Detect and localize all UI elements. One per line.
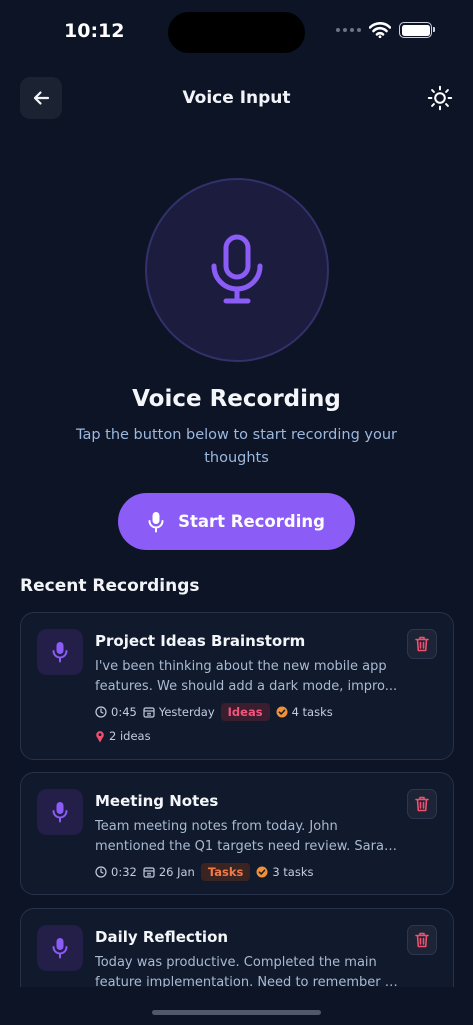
- recording-card[interactable]: Daily Reflection Today was productive. C…: [20, 908, 454, 987]
- idea-count: 2 ideas: [95, 729, 151, 743]
- recording-meta: 0:32 26 Jan Tasks 3 tasks: [95, 863, 314, 881]
- recordings-list[interactable]: Project Ideas Brainstorm I've been think…: [20, 612, 454, 987]
- recording-preview-line-1: Today was productive. Completed the main: [95, 955, 377, 970]
- microphone-icon: [52, 802, 68, 823]
- delete-button[interactable]: [407, 789, 437, 819]
- recording-card[interactable]: Meeting Notes Team meeting notes from to…: [20, 772, 454, 895]
- trash-icon: [415, 932, 429, 948]
- recording-meta: 0:45 Yesterday Ideas 4 tasks: [95, 703, 333, 721]
- hero-subtitle-line-1: Tap the button below to start recording …: [76, 427, 397, 443]
- idea-count-value: 2 ideas: [109, 729, 151, 743]
- check-circle-icon: [276, 706, 288, 718]
- microphone-icon: [211, 234, 263, 304]
- delete-button[interactable]: [407, 925, 437, 955]
- microphone-icon: [52, 938, 68, 959]
- wifi-icon: [369, 22, 391, 38]
- task-count-value: 3 tasks: [272, 865, 314, 879]
- pin-icon: [96, 730, 104, 742]
- recording-preview: Today was productive. Completed the main…: [95, 953, 401, 987]
- recording-preview-line-2: feature implementation. Need to remember…: [95, 975, 401, 987]
- trash-icon: [415, 636, 429, 652]
- recording-card[interactable]: Project Ideas Brainstorm I've been think…: [20, 612, 454, 760]
- duration-value: 0:32: [111, 865, 137, 879]
- delete-button[interactable]: [407, 629, 437, 659]
- home-indicator[interactable]: [152, 1010, 321, 1015]
- task-count: 3 tasks: [256, 865, 314, 879]
- recording-title: Daily Reflection: [95, 928, 229, 946]
- voice-input-screen: 10:12 Voice Input Voice Recording Tap th…: [0, 0, 473, 1025]
- dynamic-island: [168, 12, 305, 53]
- battery-icon: [399, 22, 435, 38]
- page-title: Voice Input: [182, 88, 291, 108]
- date-value: Yesterday: [158, 705, 215, 719]
- task-count-value: 4 tasks: [291, 705, 333, 719]
- duration: 0:32: [95, 865, 137, 879]
- recording-title: Project Ideas Brainstorm: [95, 632, 306, 650]
- category-tag: Tasks: [200, 863, 251, 881]
- hero-title: Voice Recording: [132, 386, 341, 412]
- duration-value: 0:45: [111, 705, 137, 719]
- start-recording-button[interactable]: Start Recording: [118, 493, 355, 550]
- signal-icon: [336, 28, 361, 32]
- record-mic-button[interactable]: [145, 178, 329, 362]
- recording-preview-line-1: Team meeting notes from today. John: [95, 819, 338, 834]
- recording-preview-line-2: features. We should add a dark mode, imp…: [95, 679, 398, 694]
- trash-icon: [415, 796, 429, 812]
- duration: 0:45: [95, 705, 137, 719]
- calendar-icon: [143, 707, 155, 718]
- recording-preview-line-1: I've been thinking about the new mobile …: [95, 659, 387, 674]
- microphone-icon: [148, 511, 164, 532]
- status-time: 10:12: [64, 20, 125, 42]
- recording-icon: [37, 789, 83, 835]
- start-recording-label: Start Recording: [178, 512, 325, 531]
- task-count: 4 tasks: [276, 705, 333, 719]
- date-value: 26 Jan: [158, 865, 195, 879]
- clock-icon: [95, 866, 107, 878]
- microphone-icon: [52, 642, 68, 663]
- hero-subtitle-line-2: thoughts: [204, 450, 269, 466]
- recording-preview: Team meeting notes from today. John ment…: [95, 817, 401, 857]
- recording-preview: I've been thinking about the new mobile …: [95, 657, 401, 697]
- status-icons: [336, 22, 435, 38]
- recording-icon: [37, 629, 83, 675]
- recording-icon: [37, 925, 83, 971]
- recording-preview-line-2: mentioned the Q1 targets need review. Sa…: [95, 839, 401, 854]
- hero-subtitle: Tap the button below to start recording …: [60, 424, 413, 470]
- category-tag: Ideas: [220, 703, 270, 721]
- theme-toggle-button[interactable]: [424, 82, 456, 114]
- recent-recordings-title: Recent Recordings: [20, 576, 200, 596]
- check-circle-icon: [256, 866, 268, 878]
- calendar-icon: [143, 867, 155, 878]
- sun-icon: [427, 85, 453, 111]
- date: Yesterday: [143, 705, 215, 719]
- recording-ideas: 2 ideas: [95, 729, 151, 743]
- clock-icon: [95, 706, 107, 718]
- recording-title: Meeting Notes: [95, 792, 219, 810]
- date: 26 Jan: [143, 865, 195, 879]
